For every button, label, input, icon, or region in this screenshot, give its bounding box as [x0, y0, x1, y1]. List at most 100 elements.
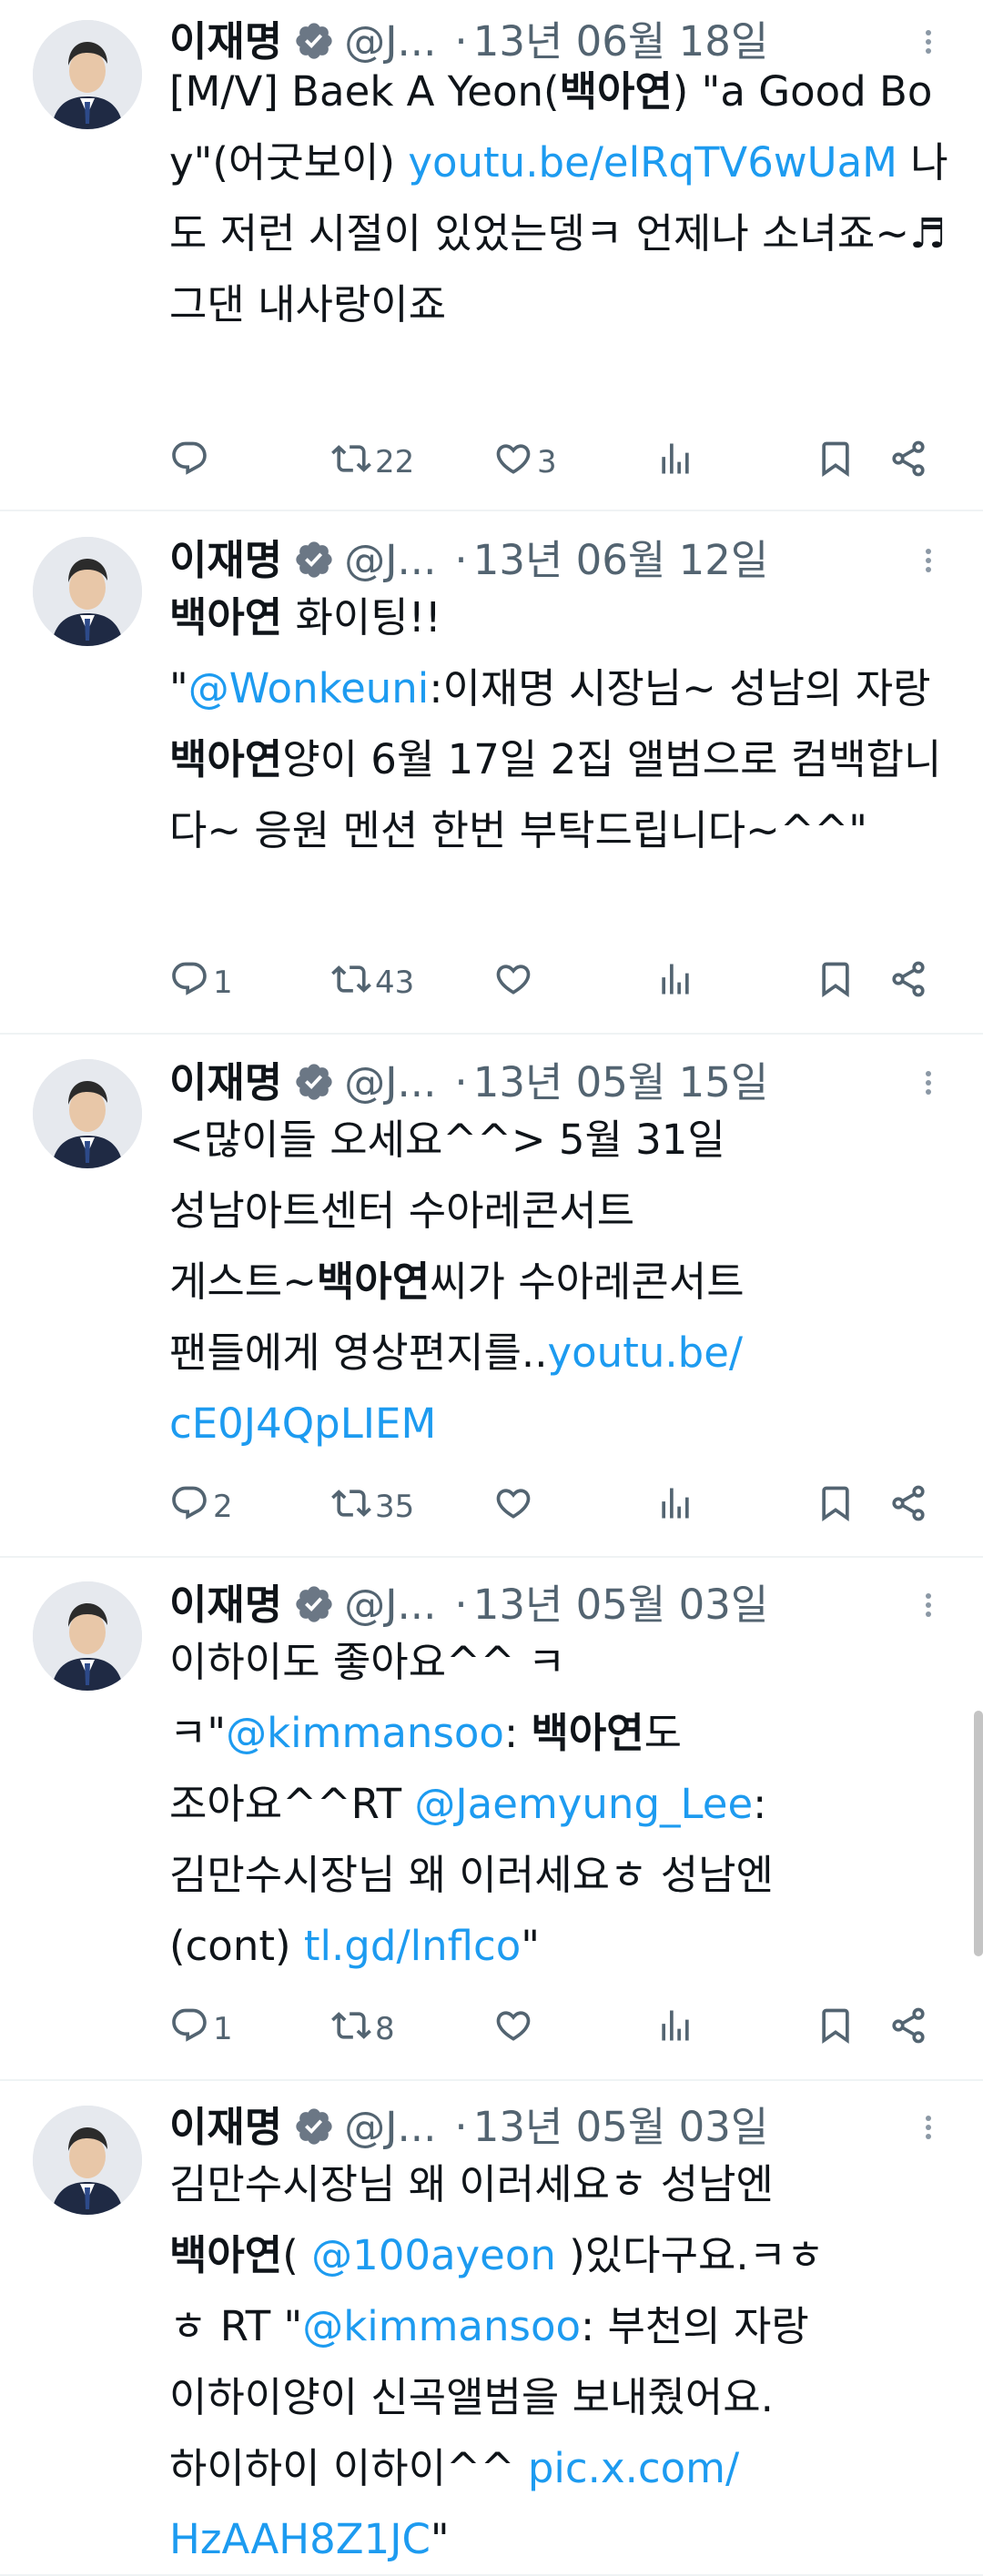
separator-dot: ·: [454, 1058, 468, 1106]
text-segment: :이재명 시장님~ 성남의 자랑: [429, 664, 944, 712]
share-icon: [888, 1483, 928, 1531]
reply-button[interactable]: [169, 435, 213, 490]
author-handle[interactable]: @J...: [344, 1581, 436, 1629]
like-button[interactable]: 3: [493, 435, 557, 490]
reply-button[interactable]: 2: [169, 1480, 233, 1534]
separator-dot: ·: [454, 2103, 468, 2151]
tweet-text: <많이들 오세요^^> 5월 31일 성남아트센터 수아레콘서트 게스트~백아연…: [169, 1105, 952, 1460]
likes-count: 3: [537, 444, 557, 480]
views-button[interactable]: [655, 435, 695, 490]
tweet-link[interactable]: @Jaemyung_Lee: [414, 1780, 753, 1828]
tweet-header: 이재명 @J... · 13년 06월 12일: [169, 531, 947, 590]
tweet-link[interactable]: @kimmansoo: [226, 1709, 504, 1757]
more-icon[interactable]: [910, 2098, 947, 2157]
views-icon: [655, 439, 695, 487]
retweets-count: 43: [375, 965, 415, 1001]
share-button[interactable]: [888, 2002, 928, 2056]
tweet-header: 이재명 @J... · 13년 05월 03일: [169, 1576, 947, 1634]
replies-count: 2: [213, 1489, 233, 1525]
bookmark-button[interactable]: [816, 955, 856, 1010]
tweet-link[interactable]: @Wonkeuni: [188, 664, 430, 712]
tweet-date[interactable]: 13년 05월 15일: [473, 1058, 769, 1106]
like-button[interactable]: [493, 2002, 537, 2056]
heart-icon: [493, 959, 533, 1007]
retweet-icon: [331, 439, 371, 487]
share-icon: [888, 439, 928, 487]
avatar[interactable]: [33, 2106, 142, 2215]
heart-icon: [493, 439, 533, 487]
retweet-icon: [331, 1483, 371, 1531]
author-name[interactable]: 이재명: [169, 2103, 282, 2151]
tweet[interactable]: 이재명 @J... · 13년 05월 15일 <많이들 오세요^^> 5월 31일 성…: [0, 1033, 983, 1558]
reply-button[interactable]: 1: [169, 955, 233, 1010]
tweet-date[interactable]: 13년 06월 12일: [473, 536, 769, 584]
tweet[interactable]: 이재명 @J... · 13년 05월 03일 이하이도 좋아요^^ ㅋ ㅋ"@kimm…: [0, 1556, 983, 2081]
views-button[interactable]: [655, 955, 695, 1010]
text-segment: :: [503, 1709, 532, 1757]
bookmark-button[interactable]: [816, 1480, 856, 1534]
tweet-header: 이재명 @J... · 13년 05월 03일: [169, 2098, 947, 2157]
verified-badge-icon: [293, 1060, 335, 1102]
highlighted-term: 백아연: [169, 2231, 283, 2279]
avatar[interactable]: [33, 537, 142, 646]
retweet-button[interactable]: 43: [331, 955, 414, 1010]
tweet[interactable]: 이재명 @J... · 13년 06월 18일 [M/V] Baek A Yeon(백아…: [0, 0, 983, 511]
avatar[interactable]: [33, 1059, 142, 1168]
share-button[interactable]: [888, 955, 928, 1010]
author-handle[interactable]: @J...: [344, 536, 436, 584]
retweets-count: 35: [375, 1489, 415, 1525]
retweet-button[interactable]: 35: [331, 1480, 414, 1534]
highlighted-term: 백아연: [169, 735, 283, 783]
tweet-date[interactable]: 13년 05월 03일: [473, 2103, 769, 2151]
reply-icon: [169, 2005, 209, 2054]
avatar[interactable]: [33, 20, 142, 129]
replies-count: 1: [213, 2011, 233, 2047]
views-icon: [655, 1483, 695, 1531]
share-button[interactable]: [888, 435, 928, 490]
verified-badge-icon: [293, 19, 335, 61]
share-icon: [888, 959, 928, 1007]
bookmark-icon: [816, 439, 856, 487]
tweet-actions: 1 43: [169, 955, 952, 1010]
tweet-actions: 2 35: [169, 1480, 952, 1534]
bookmark-button[interactable]: [816, 435, 856, 490]
like-button[interactable]: [493, 955, 537, 1010]
avatar[interactable]: [33, 1581, 142, 1691]
reply-icon: [169, 1483, 209, 1531]
tweet-text: [M/V] Baek A Yeon(백아연) "a Good Boy"(어굿보이…: [169, 56, 952, 340]
more-icon[interactable]: [910, 1054, 947, 1112]
views-button[interactable]: [655, 1480, 695, 1534]
bookmark-button[interactable]: [816, 2002, 856, 2056]
tweet[interactable]: 이재명 @J... · 13년 06월 12일 백아연 화이팅!! "@Wonkeuni…: [0, 510, 983, 1035]
reply-button[interactable]: 1: [169, 2002, 233, 2056]
verified-badge-icon: [293, 538, 335, 580]
like-button[interactable]: [493, 1480, 537, 1534]
more-icon[interactable]: [910, 531, 947, 590]
author-name[interactable]: 이재명: [169, 1058, 282, 1106]
tweet-link[interactable]: @kimmansoo: [302, 2302, 581, 2350]
retweet-icon: [331, 959, 371, 1007]
tweet-link[interactable]: @100ayeon: [311, 2231, 556, 2279]
more-icon[interactable]: [910, 1576, 947, 1634]
share-button[interactable]: [888, 1480, 928, 1534]
separator-dot: ·: [454, 536, 468, 584]
tweet-actions: 22 3: [169, 435, 952, 490]
views-button[interactable]: [655, 2002, 695, 2056]
tweet[interactable]: 이재명 @J... · 13년 05월 03일 김만수시장님 왜 이러세요ㅎ 성남엔 백…: [0, 2079, 983, 2576]
bookmark-icon: [816, 959, 856, 1007]
retweets-count: 22: [375, 444, 415, 480]
tweet-date[interactable]: 13년 05월 03일: [473, 1581, 769, 1629]
author-name[interactable]: 이재명: [169, 1581, 282, 1629]
tweet-text: 백아연 화이팅!! "@Wonkeuni:이재명 시장님~ 성남의 자랑 백아연…: [169, 582, 952, 866]
retweet-button[interactable]: 22: [331, 435, 414, 490]
views-icon: [655, 2005, 695, 2054]
author-handle[interactable]: @J...: [344, 2103, 436, 2151]
tweet-text: 이하이도 좋아요^^ ㅋ ㅋ"@kimmansoo: 백아연도 조아요^^RT …: [169, 1627, 952, 1982]
text-segment: ": [521, 1922, 540, 1970]
author-handle[interactable]: @J...: [344, 1058, 436, 1106]
tweet-link[interactable]: tl.gd/lnflco: [304, 1922, 521, 1970]
retweet-button[interactable]: 8: [331, 2002, 395, 2056]
author-name[interactable]: 이재명: [169, 536, 282, 584]
tweet-link[interactable]: youtu.be/elRqTV6wUaM: [408, 138, 897, 187]
scrollbar[interactable]: [974, 1711, 983, 1956]
